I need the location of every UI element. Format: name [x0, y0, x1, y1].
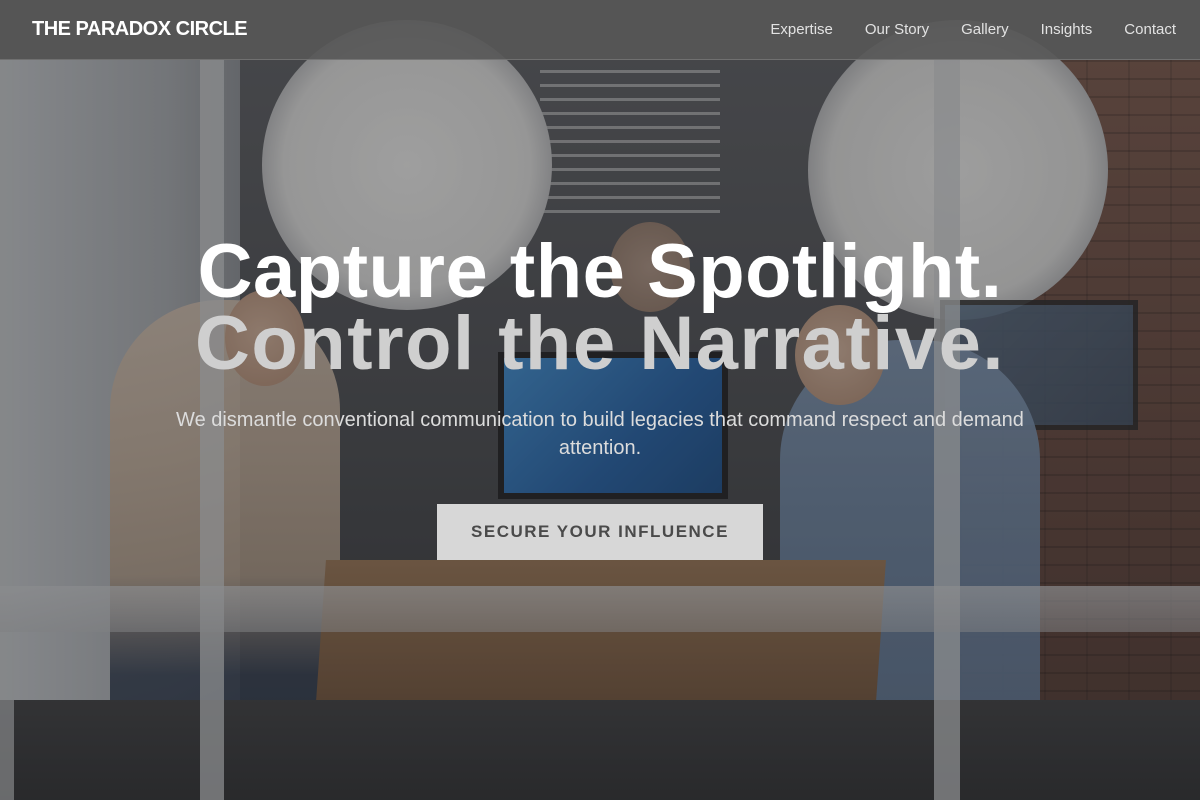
- nav-link-gallery[interactable]: Gallery: [945, 21, 1025, 38]
- navbar: THE PARADOX CIRCLE Expertise Our Story G…: [0, 0, 1200, 60]
- hero-section: THE PARADOX CIRCLE Expertise Our Story G…: [0, 0, 1200, 800]
- nav-link-insights[interactable]: Insights: [1025, 21, 1109, 38]
- hero-headline-line-2: Control the Narrative.: [194, 301, 1006, 386]
- hero-content: Capture the Spotlight. Control the Narra…: [0, 229, 1200, 560]
- cta-secure-influence-button[interactable]: SECURE YOUR INFLUENCE: [437, 504, 763, 560]
- nav-links: Expertise Our Story Gallery Insights Con…: [754, 21, 1176, 38]
- nav-link-contact[interactable]: Contact: [1108, 21, 1176, 38]
- hero-headline-line-1: Capture the Spotlight.: [197, 229, 1003, 314]
- hero-headline: Capture the Spotlight. Control the Narra…: [0, 229, 1200, 386]
- hero-subheadline: We dismantle conventional communication …: [176, 409, 1024, 459]
- brand-logo[interactable]: THE PARADOX CIRCLE: [32, 18, 248, 41]
- nav-link-expertise[interactable]: Expertise: [754, 21, 849, 38]
- nav-link-our-story[interactable]: Our Story: [849, 21, 945, 38]
